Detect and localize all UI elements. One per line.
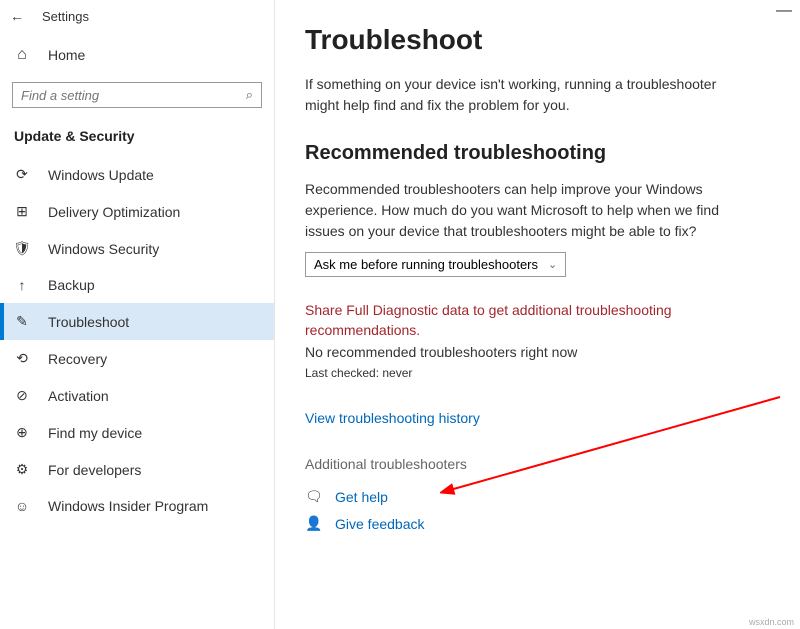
last-checked-text: Last checked: never (305, 366, 770, 380)
nav-find-my-device[interactable]: ⊕ Find my device (0, 414, 274, 451)
backup-icon: ↑ (14, 277, 30, 293)
nav-for-developers[interactable]: ⚙ For developers (0, 451, 274, 488)
activation-icon: ⊘ (14, 387, 30, 404)
nav-windows-security[interactable]: 🛡 Windows Security (0, 230, 274, 267)
feedback-link[interactable]: Give feedback (335, 516, 425, 532)
delivery-icon: ⊞ (14, 203, 30, 220)
diagnostic-warning: Share Full Diagnostic data to get additi… (305, 301, 725, 340)
recommended-text: Recommended troubleshooters can help imp… (305, 179, 725, 242)
additional-troubleshooters[interactable]: Additional troubleshooters (305, 456, 770, 472)
intro-text: If something on your device isn't workin… (305, 74, 725, 116)
no-recommended-text: No recommended troubleshooters right now (305, 344, 770, 360)
section-title: Update & Security (0, 128, 274, 156)
troubleshoot-icon: ✎ (14, 313, 30, 330)
shield-icon: 🛡 (14, 240, 30, 257)
main-content: — Troubleshoot If something on your devi… (275, 0, 800, 629)
chevron-down-icon: ⌄ (548, 258, 557, 271)
sidebar: ← Settings ⌂ Home ⌕ Update & Security ⟳ … (0, 0, 275, 629)
feedback-row[interactable]: 👤 Give feedback (305, 515, 770, 532)
troubleshoot-dropdown[interactable]: Ask me before running troubleshooters ⌄ (305, 252, 566, 277)
nav-troubleshoot[interactable]: ✎ Troubleshoot (0, 303, 274, 340)
feedback-icon: 👤 (305, 515, 323, 532)
get-help-row[interactable]: 🗨 Get help (305, 488, 770, 505)
nav-delivery-optimization[interactable]: ⊞ Delivery Optimization (0, 193, 274, 230)
search-input[interactable]: ⌕ (12, 82, 262, 108)
page-title: Troubleshoot (305, 24, 770, 56)
nav-windows-update[interactable]: ⟳ Windows Update (0, 156, 274, 193)
help-icon: 🗨 (305, 488, 323, 505)
app-title: Settings (42, 9, 89, 24)
header: ← Settings (0, 0, 274, 38)
recovery-icon: ⟲ (14, 350, 30, 367)
developer-icon: ⚙ (14, 461, 30, 478)
search-field[interactable] (21, 88, 246, 103)
watermark: wsxdn.com (749, 617, 794, 627)
nav-windows-insider[interactable]: ☺ Windows Insider Program (0, 488, 274, 524)
dropdown-value: Ask me before running troubleshooters (314, 257, 538, 272)
nav-activation[interactable]: ⊘ Activation (0, 377, 274, 414)
recommended-heading: Recommended troubleshooting (305, 142, 770, 165)
search-icon: ⌕ (246, 87, 253, 103)
nav-backup[interactable]: ↑ Backup (0, 267, 274, 303)
home-button[interactable]: ⌂ Home (0, 38, 274, 72)
insider-icon: ☺ (14, 498, 30, 514)
home-label: Home (48, 47, 85, 63)
history-link[interactable]: View troubleshooting history (305, 410, 770, 426)
location-icon: ⊕ (14, 424, 30, 441)
back-arrow-icon[interactable]: ← (10, 8, 24, 24)
minimize-icon[interactable]: — (776, 2, 792, 20)
sync-icon: ⟳ (14, 166, 30, 183)
home-icon: ⌂ (14, 46, 30, 64)
get-help-link[interactable]: Get help (335, 489, 388, 505)
nav-recovery[interactable]: ⟲ Recovery (0, 340, 274, 377)
